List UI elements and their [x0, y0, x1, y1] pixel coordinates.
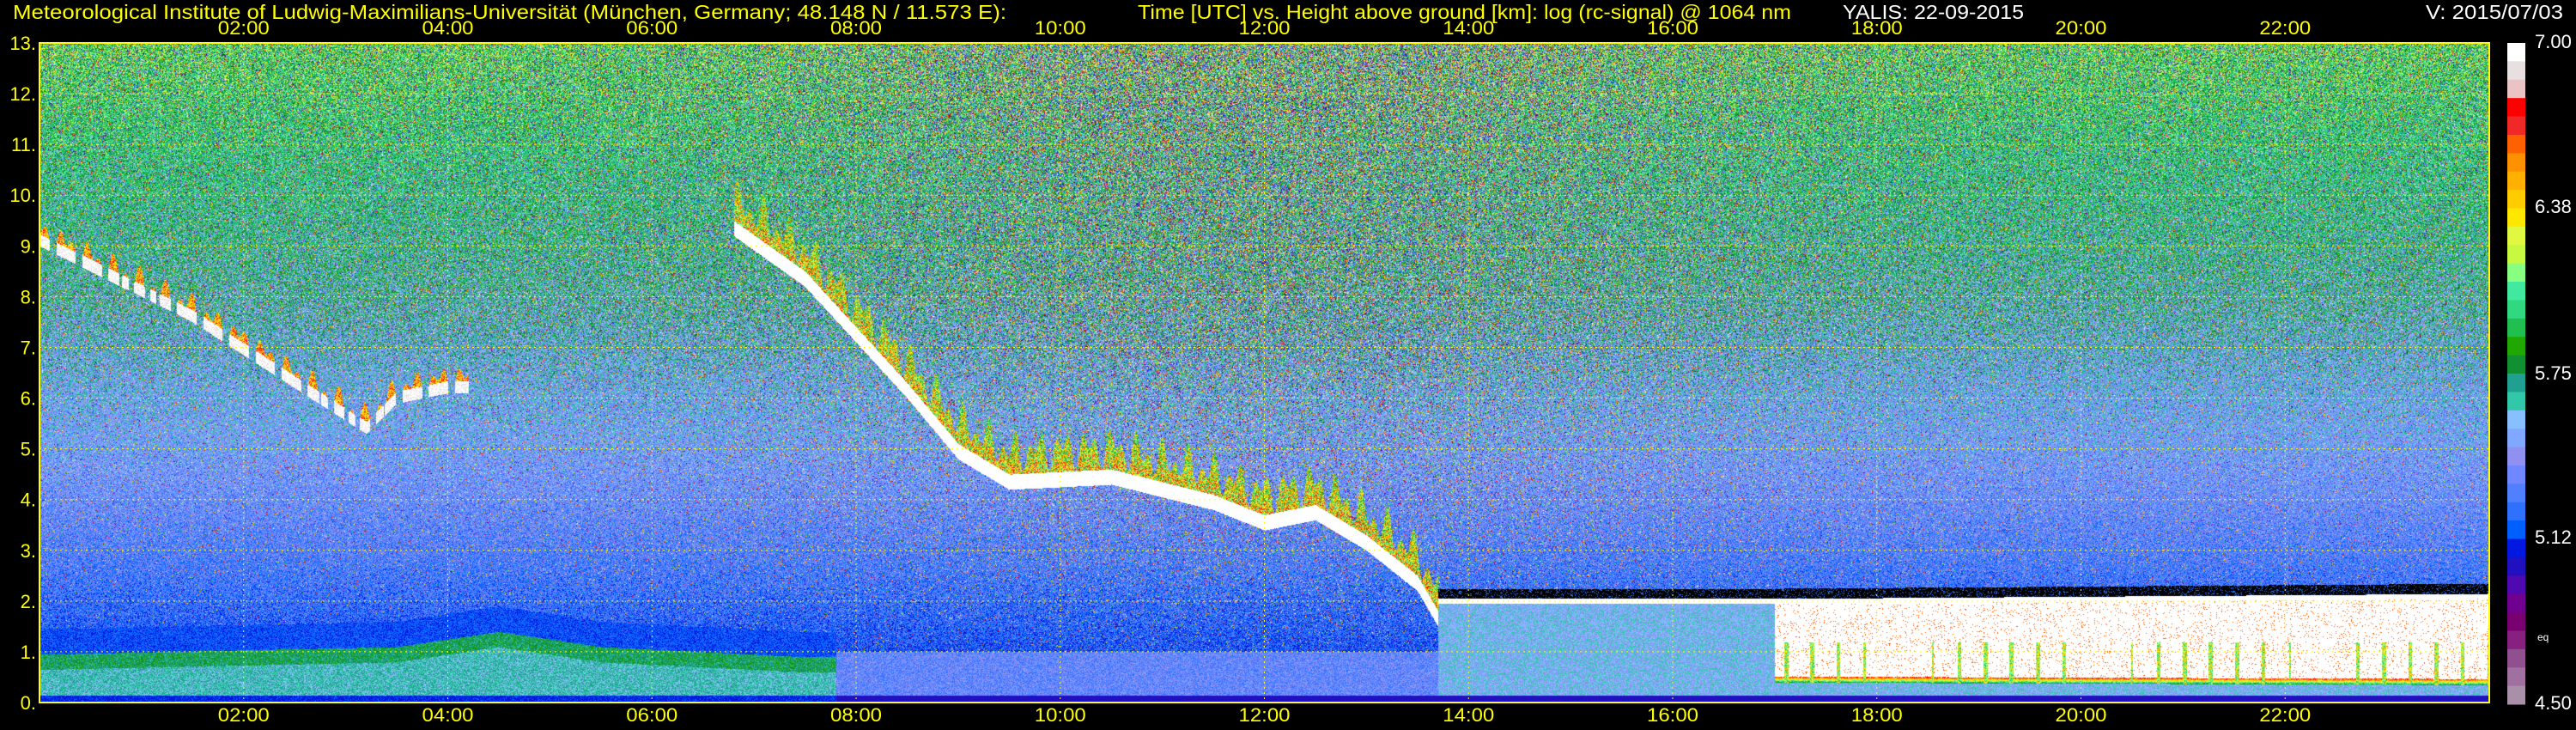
x-tick-label-bottom: 10:00 — [1035, 704, 1086, 726]
colorbar-segment — [2507, 374, 2525, 392]
colorbar-segment — [2507, 190, 2525, 209]
colorbar-segment — [2507, 648, 2525, 668]
colorbar-segment — [2507, 465, 2525, 484]
colorbar-segment — [2507, 43, 2525, 62]
colorbar-segment — [2507, 667, 2525, 687]
x-tick-label-bottom: 12:00 — [1239, 704, 1291, 726]
colorbar-segment — [2507, 447, 2525, 466]
colorbar-segment — [2507, 226, 2525, 246]
colorbar-tick-label: 7.00 — [2535, 31, 2572, 52]
version-label: V: 2015/07/03 — [2426, 1, 2563, 23]
x-tick-label-top: 22:00 — [2259, 17, 2311, 39]
colorbar-segment — [2507, 300, 2525, 319]
colorbar-segment — [2507, 208, 2525, 228]
colorbar-segment — [2507, 630, 2525, 650]
y-tick-label: 2. — [21, 591, 36, 612]
colorbar-segment — [2507, 520, 2525, 539]
y-tick-label: 5. — [21, 439, 36, 460]
colorbar-segment — [2507, 282, 2525, 301]
colorbar-segment — [2507, 263, 2525, 283]
y-tick-label: 0. — [21, 692, 36, 714]
x-tick-label-top: 08:00 — [830, 17, 882, 39]
colorbar-tick-label: 4.50 — [2535, 692, 2572, 714]
colorbar-segment — [2507, 318, 2525, 338]
y-tick-label: 6. — [21, 388, 36, 410]
colorbar-segment — [2507, 429, 2525, 448]
colorbar-segment — [2507, 245, 2525, 265]
colorbar-segment — [2507, 685, 2525, 705]
x-tick-label-top: 16:00 — [1647, 17, 1698, 39]
colorbar-segment — [2507, 61, 2525, 81]
grid-lines — [39, 43, 2489, 703]
lidar-quicklook: Meteorological Institute of Ludwig-Maxim… — [0, 0, 2576, 730]
colorbar-tick-label: 6.38 — [2535, 196, 2572, 217]
colorbar-tick-label: 5.12 — [2535, 526, 2572, 548]
x-tick-label-bottom: 06:00 — [626, 704, 677, 726]
y-axis: 0. 1. 2. 3. 4. 5. 6. 7. 8. 9. 10. 11. 12. 13. — [9, 33, 36, 714]
y-tick-label: 10. — [9, 185, 36, 206]
colorbar-segment — [2507, 484, 2525, 503]
colorbar: 7.00 6.38 5.75 5.12 4.50 eq — [2507, 31, 2572, 714]
x-axis: 02:00 02:00 04:00 04:00 06:00 06:00 08:00 08:00… — [218, 17, 2312, 726]
colorbar-tick-label: 5.75 — [2535, 362, 2572, 384]
y-tick-label: 9. — [21, 235, 36, 257]
colorbar-segment — [2507, 593, 2525, 613]
y-tick-label: 3. — [21, 540, 36, 562]
x-tick-label-bottom: 18:00 — [1851, 704, 1903, 726]
colorbar-segment — [2507, 116, 2525, 136]
x-tick-label-bottom: 04:00 — [422, 704, 474, 726]
colorbar-segment — [2507, 502, 2525, 521]
x-tick-label-top: 10:00 — [1035, 17, 1086, 39]
chart-overlay: Meteorological Institute of Ludwig-Maxim… — [9, 1, 2572, 726]
y-tick-label: 1. — [21, 642, 36, 663]
x-tick-label-bottom: 20:00 — [2056, 704, 2107, 726]
colorbar-segment — [2507, 153, 2525, 173]
x-tick-label-top: 20:00 — [2056, 17, 2107, 39]
y-tick-label: 13. — [9, 33, 36, 54]
colorbar-segment — [2507, 171, 2525, 191]
colorbar-segment — [2507, 79, 2525, 99]
y-tick-label: 4. — [21, 490, 36, 511]
colorbar-segment — [2507, 575, 2525, 595]
x-tick-label-top: 06:00 — [626, 17, 677, 39]
y-tick-label: 8. — [21, 286, 36, 307]
x-tick-label-top: 18:00 — [1851, 17, 1903, 39]
x-tick-label-bottom: 14:00 — [1443, 704, 1494, 726]
colorbar-segment — [2507, 98, 2525, 118]
colorbar-segment — [2507, 134, 2525, 154]
colorbar-segment — [2507, 612, 2525, 631]
x-tick-label-bottom: 16:00 — [1647, 704, 1698, 726]
x-tick-label-bottom: 02:00 — [218, 704, 270, 726]
x-tick-label-top: 04:00 — [422, 17, 474, 39]
colorbar-segment — [2507, 392, 2525, 411]
colorbar-segment — [2507, 355, 2525, 374]
y-tick-label: 11. — [11, 134, 36, 155]
y-tick-label: 7. — [21, 337, 36, 358]
x-tick-label-top: 12:00 — [1239, 17, 1291, 39]
colorbar-segment — [2507, 410, 2525, 429]
x-tick-label-top: 02:00 — [218, 17, 270, 39]
colorbar-note: eq — [2537, 631, 2549, 643]
x-tick-label-bottom: 22:00 — [2259, 704, 2311, 726]
x-tick-label-bottom: 08:00 — [830, 704, 882, 726]
colorbar-segment — [2507, 538, 2525, 558]
colorbar-segment — [2507, 337, 2525, 356]
y-tick-label: 12. — [9, 83, 36, 105]
colorbar-segment — [2507, 557, 2525, 576]
x-tick-label-top: 14:00 — [1443, 17, 1494, 39]
